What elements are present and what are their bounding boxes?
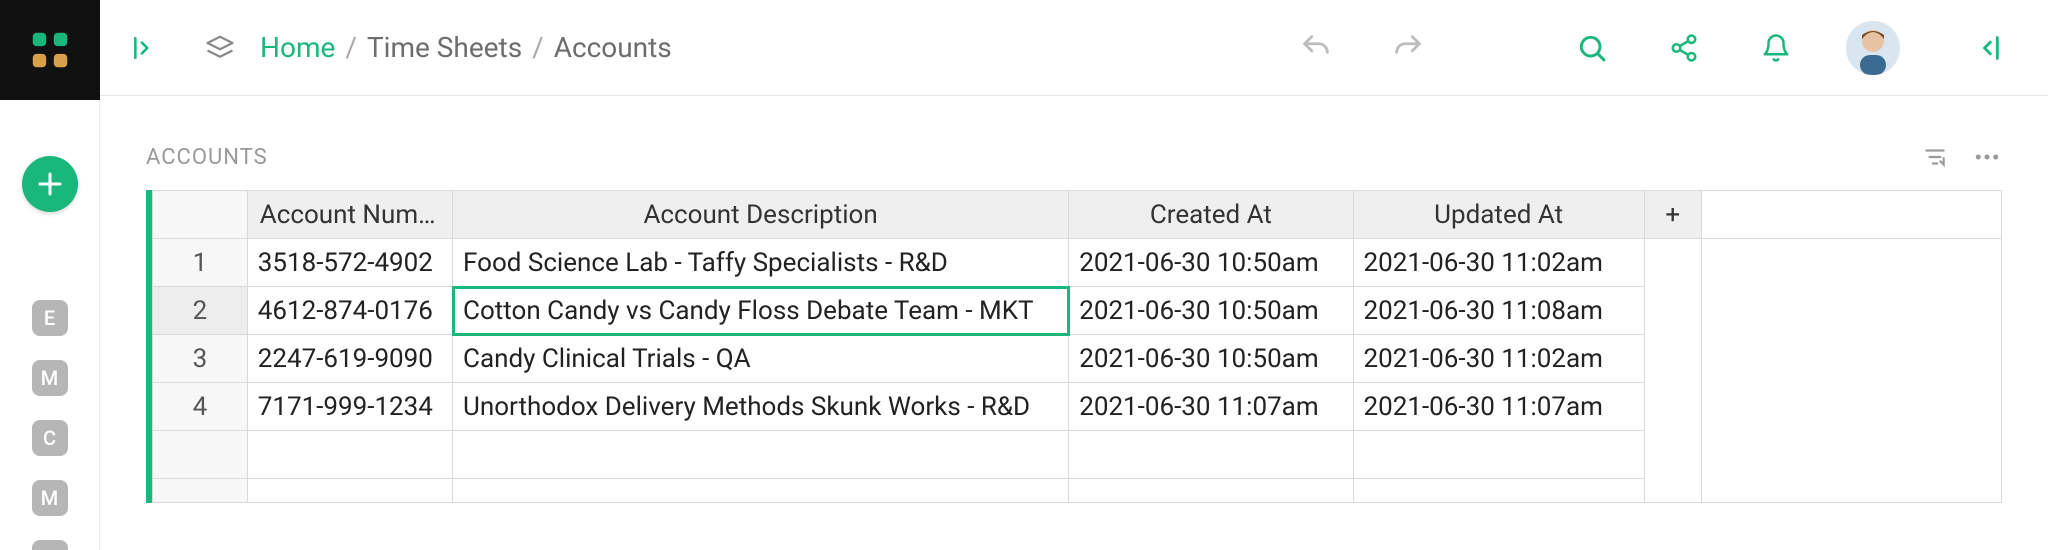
sidebar-nav: E M C M P xyxy=(32,300,68,550)
content: ACCOUNTS Account Num… xyxy=(100,96,2048,550)
grid-tail xyxy=(1701,191,2001,239)
row-number[interactable]: 2 xyxy=(153,287,248,335)
sidebar-item-1[interactable]: M xyxy=(32,360,68,396)
grid-footer-cell xyxy=(153,479,248,503)
cell-updated-at[interactable]: 2021-06-30 11:02am xyxy=(1353,335,1644,383)
breadcrumb-item-0[interactable]: Time Sheets xyxy=(367,31,522,64)
add-button[interactable] xyxy=(22,156,78,212)
cell-account-description[interactable]: Candy Clinical Trials - QA xyxy=(453,335,1069,383)
col-header-created-at[interactable]: Created At xyxy=(1069,191,1353,239)
share-icon[interactable] xyxy=(1660,24,1708,72)
sidebar-item-0[interactable]: E xyxy=(32,300,68,336)
cell-created-at[interactable]: 2021-06-30 10:50am xyxy=(1069,287,1353,335)
grid-footer-cell xyxy=(453,479,1069,503)
sidebar-item-label: C xyxy=(43,426,56,450)
cell-account-description[interactable]: Food Science Lab - Taffy Specialists - R… xyxy=(453,239,1069,287)
cell-created-at[interactable]: 2021-06-30 10:50am xyxy=(1069,239,1353,287)
breadcrumb-sep: / xyxy=(345,31,357,64)
user-avatar[interactable] xyxy=(1846,21,1900,75)
topbar: Home / Time Sheets / Accounts xyxy=(100,0,2048,96)
sidebar-item-label: M xyxy=(41,366,59,390)
cell-updated-at[interactable]: 2021-06-30 11:08am xyxy=(1353,287,1644,335)
row-number[interactable]: 4 xyxy=(153,383,248,431)
col-header-updated-at[interactable]: Updated At xyxy=(1353,191,1644,239)
row-number[interactable]: 1 xyxy=(153,239,248,287)
sidebar-item-3[interactable]: M xyxy=(32,480,68,516)
cell-updated-at[interactable]: 2021-06-30 11:07am xyxy=(1353,383,1644,431)
layers-icon[interactable] xyxy=(196,24,244,72)
more-icon[interactable] xyxy=(1972,142,2002,172)
sidebar-collapse-icon[interactable] xyxy=(120,24,168,72)
cell-created-at[interactable]: 2021-06-30 11:07am xyxy=(1069,383,1353,431)
grid-footer-cell xyxy=(1069,479,1353,503)
bell-icon[interactable] xyxy=(1752,24,1800,72)
row-number[interactable]: 3 xyxy=(153,335,248,383)
col-header-account-number[interactable]: Account Num… xyxy=(247,191,452,239)
cell-account-description[interactable]: Unorthodox Delivery Methods Skunk Works … xyxy=(453,383,1069,431)
breadcrumb-home[interactable]: Home xyxy=(260,31,335,64)
rownum-header[interactable] xyxy=(153,191,248,239)
filter-icon[interactable] xyxy=(1922,144,1948,170)
sidebar-item-label: P xyxy=(43,546,56,550)
cell-account-number[interactable] xyxy=(247,431,452,479)
search-icon[interactable] xyxy=(1568,24,1616,72)
cell-account-number[interactable]: 2247-619-9090 xyxy=(247,335,452,383)
cell-created-at[interactable]: 2021-06-30 10:50am xyxy=(1069,335,1353,383)
cell-updated-at[interactable] xyxy=(1353,431,1644,479)
breadcrumb-sep: / xyxy=(532,31,544,64)
app-logo[interactable] xyxy=(0,0,100,100)
data-grid[interactable]: Account Num… Account Description Created… xyxy=(146,190,2002,503)
add-column-button[interactable]: + xyxy=(1644,191,1701,239)
breadcrumb-item-1[interactable]: Accounts xyxy=(554,31,672,64)
sidebar: E M C M P xyxy=(0,0,100,550)
grid-tail xyxy=(1644,239,1701,503)
grid-footer-cell xyxy=(1353,479,1644,503)
sidebar-item-label: E xyxy=(44,306,55,330)
sidebar-item-4[interactable]: P xyxy=(32,540,68,550)
cell-account-number[interactable]: 3518-572-4902 xyxy=(247,239,452,287)
grid-footer-cell xyxy=(247,479,452,503)
grid-tail xyxy=(1701,239,2001,503)
cell-account-number[interactable]: 4612-874-0176 xyxy=(247,287,452,335)
row-number[interactable]: 5 xyxy=(153,431,248,479)
table-row[interactable]: 13518-572-4902Food Science Lab - Taffy S… xyxy=(153,239,2002,287)
cell-account-description[interactable]: Cotton Candy vs Candy Floss Debate Team … xyxy=(453,287,1069,335)
section-title: ACCOUNTS xyxy=(146,145,268,170)
col-header-account-description[interactable]: Account Description xyxy=(453,191,1069,239)
cell-updated-at[interactable]: 2021-06-30 11:02am xyxy=(1353,239,1644,287)
undo-icon[interactable] xyxy=(1292,24,1340,72)
sidebar-item-2[interactable]: C xyxy=(32,420,68,456)
cell-created-at[interactable] xyxy=(1069,431,1353,479)
sidebar-item-label: M xyxy=(41,486,59,510)
redo-icon[interactable] xyxy=(1384,24,1432,72)
dock-right-icon[interactable] xyxy=(1964,24,2012,72)
cell-account-description[interactable] xyxy=(453,431,1069,479)
cell-account-number[interactable]: 7171-999-1234 xyxy=(247,383,452,431)
breadcrumb: Home / Time Sheets / Accounts xyxy=(260,31,672,64)
